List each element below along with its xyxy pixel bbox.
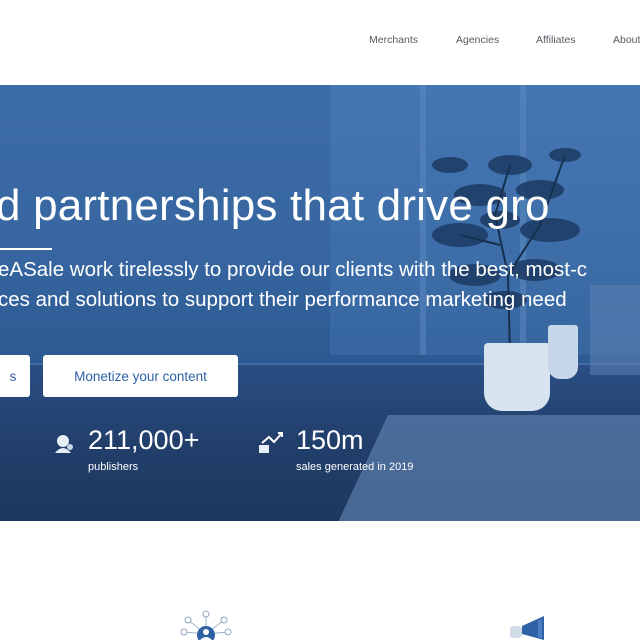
top-nav: Merchants Agencies Affiliates About xyxy=(0,0,640,85)
plant-pot xyxy=(548,325,578,379)
chart-growth-icon xyxy=(259,432,283,453)
publisher-icon xyxy=(55,435,73,453)
nav-item-affiliates[interactable]: Affiliates xyxy=(536,34,576,46)
plant-illustration xyxy=(432,148,581,356)
hero-subline: eASale work tirelessly to provide our cl… xyxy=(0,258,588,281)
hero-subline: ces and solutions to support their perfo… xyxy=(0,288,567,311)
stat-label-sales: sales generated in 2019 xyxy=(296,461,414,473)
nav-item-merchants[interactable]: Merchants xyxy=(369,34,418,46)
nav-item-agencies[interactable]: Agencies xyxy=(456,34,499,46)
stat-value-sales: 150m xyxy=(296,425,364,455)
network-icon xyxy=(180,610,232,640)
hero-primary-button-label: s xyxy=(9,368,17,384)
headline-divider xyxy=(0,248,52,250)
hero-headline: d partnerships that drive gro xyxy=(0,181,550,230)
nav-item-about[interactable]: About xyxy=(613,34,640,46)
stat-label-publishers: publishers xyxy=(88,461,139,473)
stat-value-publishers: 211,000+ xyxy=(88,425,200,455)
monetize-content-button[interactable]: Monetize your content xyxy=(43,355,238,397)
hero-section: d partnerships that drive gro eASale wor… xyxy=(0,85,640,521)
hero-primary-button[interactable]: s xyxy=(0,355,30,397)
megaphone-icon xyxy=(510,616,544,640)
monetize-content-button-label: Monetize your content xyxy=(74,368,207,384)
plant-pot xyxy=(484,343,550,411)
